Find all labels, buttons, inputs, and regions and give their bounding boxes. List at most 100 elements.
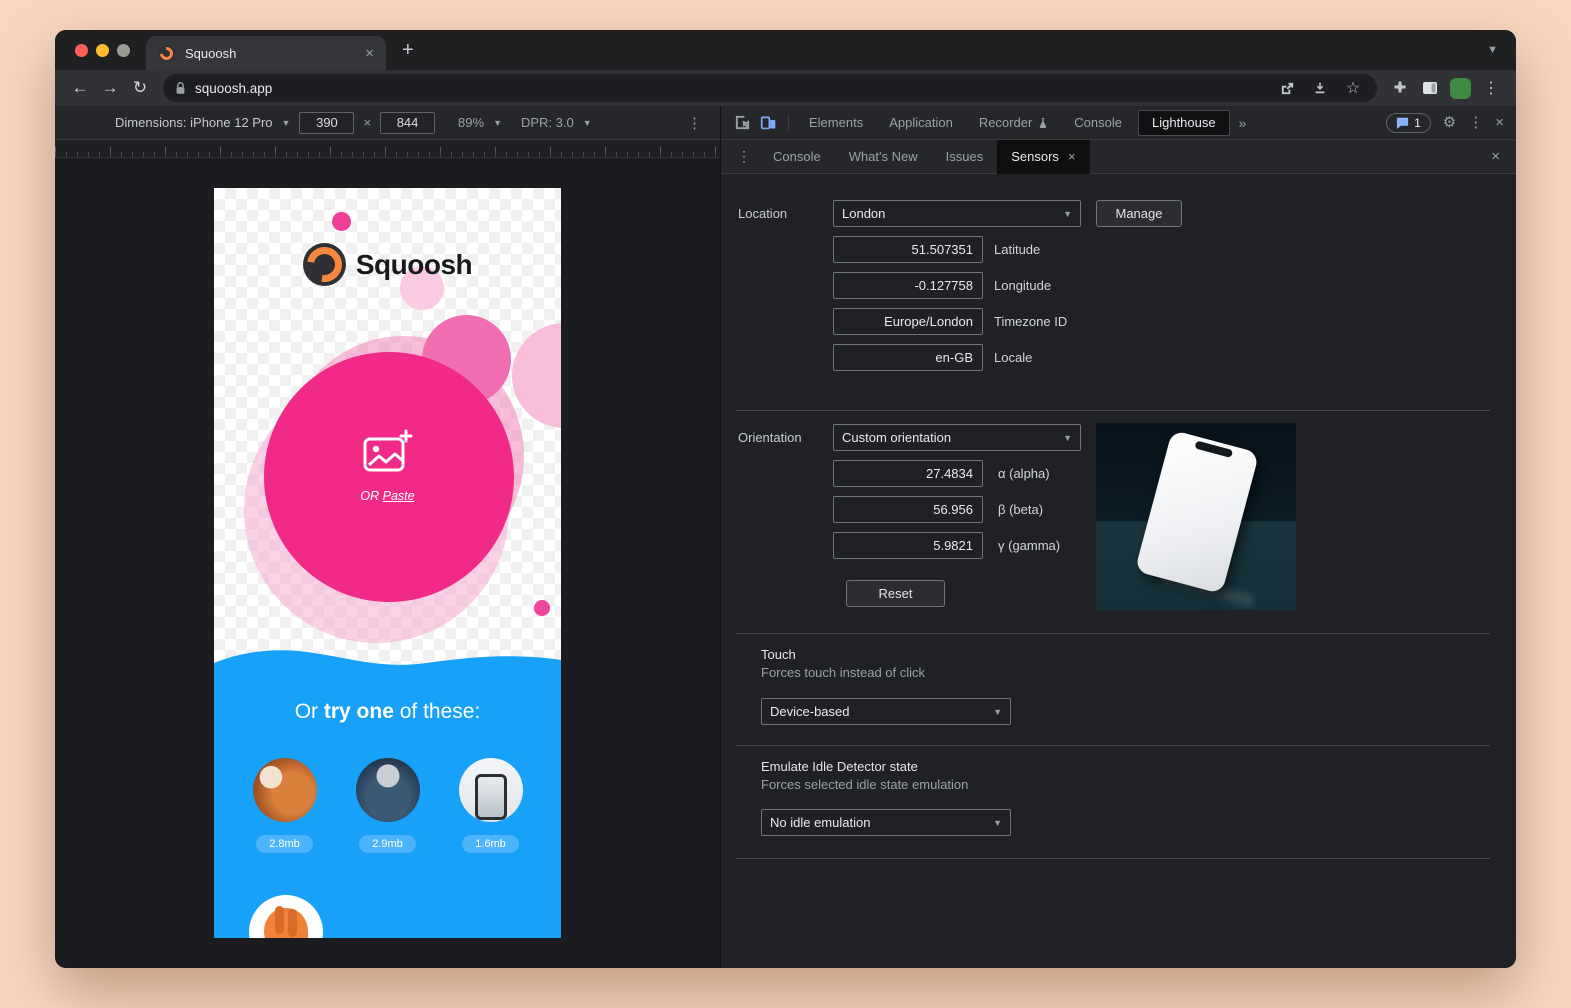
devtools-pane: Elements Application Recorder Console Li… bbox=[720, 106, 1516, 968]
tab-console[interactable]: Console bbox=[1061, 106, 1135, 140]
minimize-window-button[interactable] bbox=[96, 44, 109, 57]
divider bbox=[736, 410, 1490, 411]
address-bar[interactable]: squoosh.app ☆ bbox=[163, 74, 1377, 102]
manage-button[interactable]: Manage bbox=[1096, 200, 1182, 227]
device-toolbar: Dimensions: iPhone 12 Pro ▼ × 89% ▼ DPR:… bbox=[55, 106, 720, 140]
squoosh-logo: Squoosh bbox=[214, 243, 561, 286]
more-tabs-chevron-icon[interactable]: » bbox=[1233, 115, 1253, 131]
device-emulation-pane: Dimensions: iPhone 12 Pro ▼ × 89% ▼ DPR:… bbox=[55, 106, 720, 968]
device-toolbar-toggle-icon[interactable] bbox=[755, 110, 781, 136]
devtools-settings-gear-icon[interactable]: ⚙ bbox=[1443, 115, 1456, 130]
dpr-select[interactable]: DPR: 3.0 bbox=[521, 115, 574, 130]
demo-image-phone-photo[interactable] bbox=[459, 758, 523, 822]
devtools-close-icon[interactable]: × bbox=[1495, 115, 1504, 130]
emulation-stage: Squoosh bbox=[55, 158, 720, 968]
orientation-phone-preview[interactable] bbox=[1096, 423, 1296, 610]
demo-image-red-panda[interactable] bbox=[253, 758, 317, 822]
phone-notch bbox=[1194, 440, 1233, 458]
install-app-icon[interactable] bbox=[1308, 81, 1332, 95]
close-sensors-tab-icon[interactable]: × bbox=[1068, 149, 1076, 164]
issues-counter-badge[interactable]: 1 bbox=[1386, 113, 1431, 133]
drawer-close-icon[interactable]: × bbox=[1491, 149, 1500, 164]
locale-input[interactable] bbox=[833, 344, 983, 371]
touch-select[interactable]: Device-based ▼ bbox=[761, 698, 1011, 725]
file-size-badge: 1.6mb bbox=[462, 835, 519, 853]
profile-avatar[interactable] bbox=[1450, 78, 1471, 99]
demo-image-item: 2.8mb bbox=[253, 758, 317, 853]
browser-window: Squoosh × + ▼ ← → ↻ squoosh.app ☆ bbox=[55, 30, 1516, 968]
issues-bubble-icon bbox=[1396, 117, 1409, 129]
tab-strip: Squoosh × + ▼ bbox=[55, 30, 1516, 70]
tab-search-chevron-icon[interactable]: ▼ bbox=[1487, 44, 1498, 56]
alpha-input[interactable] bbox=[833, 460, 983, 487]
or-label: OR bbox=[360, 489, 382, 503]
squoosh-logo-icon bbox=[303, 243, 346, 286]
decorative-dot bbox=[332, 212, 351, 231]
tab-recorder-label: Recorder bbox=[979, 115, 1032, 130]
drawer-tab-console[interactable]: Console bbox=[759, 140, 835, 174]
viewport-width-input[interactable] bbox=[299, 112, 354, 134]
devtools-menu-kebab-icon[interactable]: ⋮ bbox=[1468, 115, 1483, 130]
bookmark-star-icon[interactable]: ☆ bbox=[1341, 78, 1365, 98]
chevron-down-icon: ▼ bbox=[993, 818, 1002, 828]
orientation-label: Orientation bbox=[738, 424, 802, 451]
tab-recorder[interactable]: Recorder bbox=[966, 106, 1061, 140]
gamma-input[interactable] bbox=[833, 532, 983, 559]
reload-button[interactable]: ↻ bbox=[125, 78, 155, 98]
latitude-label: Latitude bbox=[994, 236, 1040, 263]
url-text: squoosh.app bbox=[195, 81, 1266, 96]
latitude-input[interactable] bbox=[833, 236, 983, 263]
phone-3d-model bbox=[1135, 430, 1260, 594]
tab-elements[interactable]: Elements bbox=[796, 106, 876, 140]
touch-select-value: Device-based bbox=[770, 704, 850, 719]
side-panel-icon[interactable] bbox=[1415, 79, 1445, 97]
touch-title: Touch bbox=[761, 647, 796, 662]
device-toolbar-menu-kebab-icon[interactable]: ⋮ bbox=[687, 114, 702, 132]
location-select[interactable]: London ▼ bbox=[833, 200, 1081, 227]
try-bold: try one bbox=[324, 700, 394, 723]
demo-image-item: 1.6mb bbox=[459, 758, 523, 853]
tab-close-icon[interactable]: × bbox=[365, 46, 374, 61]
viewport-height-input[interactable] bbox=[380, 112, 435, 134]
timezone-input[interactable] bbox=[833, 308, 983, 335]
idle-detector-title: Emulate Idle Detector state bbox=[761, 759, 918, 774]
tab-application[interactable]: Application bbox=[876, 106, 966, 140]
zoom-window-button[interactable] bbox=[117, 44, 130, 57]
touch-description: Forces touch instead of click bbox=[761, 665, 925, 680]
demo-image-workspace[interactable] bbox=[356, 758, 420, 822]
add-image-icon bbox=[363, 429, 413, 480]
share-icon[interactable] bbox=[1275, 81, 1299, 96]
idle-emulation-select-value: No idle emulation bbox=[770, 815, 870, 830]
beta-input[interactable] bbox=[833, 496, 983, 523]
forward-button[interactable]: → bbox=[95, 78, 125, 98]
close-window-button[interactable] bbox=[75, 44, 88, 57]
longitude-input[interactable] bbox=[833, 272, 983, 299]
browser-tab[interactable]: Squoosh × bbox=[146, 36, 386, 70]
reset-button[interactable]: Reset bbox=[846, 580, 945, 607]
lock-icon[interactable] bbox=[175, 81, 186, 95]
drawer-tab-whats-new[interactable]: What's New bbox=[835, 140, 932, 174]
squoosh-logo-text: Squoosh bbox=[356, 249, 472, 281]
orientation-select[interactable]: Custom orientation ▼ bbox=[833, 424, 1081, 451]
divider bbox=[736, 745, 1490, 746]
back-button[interactable]: ← bbox=[65, 78, 95, 98]
new-tab-button[interactable]: + bbox=[402, 40, 414, 60]
drawer-tab-sensors[interactable]: Sensors × bbox=[997, 140, 1089, 174]
drawer-menu-kebab-icon[interactable]: ⋮ bbox=[729, 148, 759, 165]
zoom-select[interactable]: 89% bbox=[458, 115, 484, 130]
inspect-element-icon[interactable] bbox=[729, 110, 755, 136]
chevron-down-icon: ▼ bbox=[493, 118, 502, 128]
beta-label: β (beta) bbox=[998, 496, 1043, 523]
extensions-puzzle-icon[interactable] bbox=[1385, 80, 1415, 96]
paste-link[interactable]: Paste bbox=[383, 489, 415, 503]
tab-lighthouse[interactable]: Lighthouse bbox=[1138, 110, 1230, 136]
divider bbox=[736, 858, 1490, 859]
device-dimensions-select[interactable]: Dimensions: iPhone 12 Pro bbox=[115, 115, 273, 130]
drawer-tab-issues[interactable]: Issues bbox=[932, 140, 998, 174]
browser-menu-kebab-icon[interactable]: ⋮ bbox=[1476, 78, 1506, 98]
page-viewport: Squoosh bbox=[214, 188, 561, 938]
dimensions-times-label: × bbox=[363, 115, 371, 130]
idle-emulation-select[interactable]: No idle emulation ▼ bbox=[761, 809, 1011, 836]
image-upload-button[interactable] bbox=[214, 429, 561, 480]
location-label: Location bbox=[738, 200, 787, 227]
